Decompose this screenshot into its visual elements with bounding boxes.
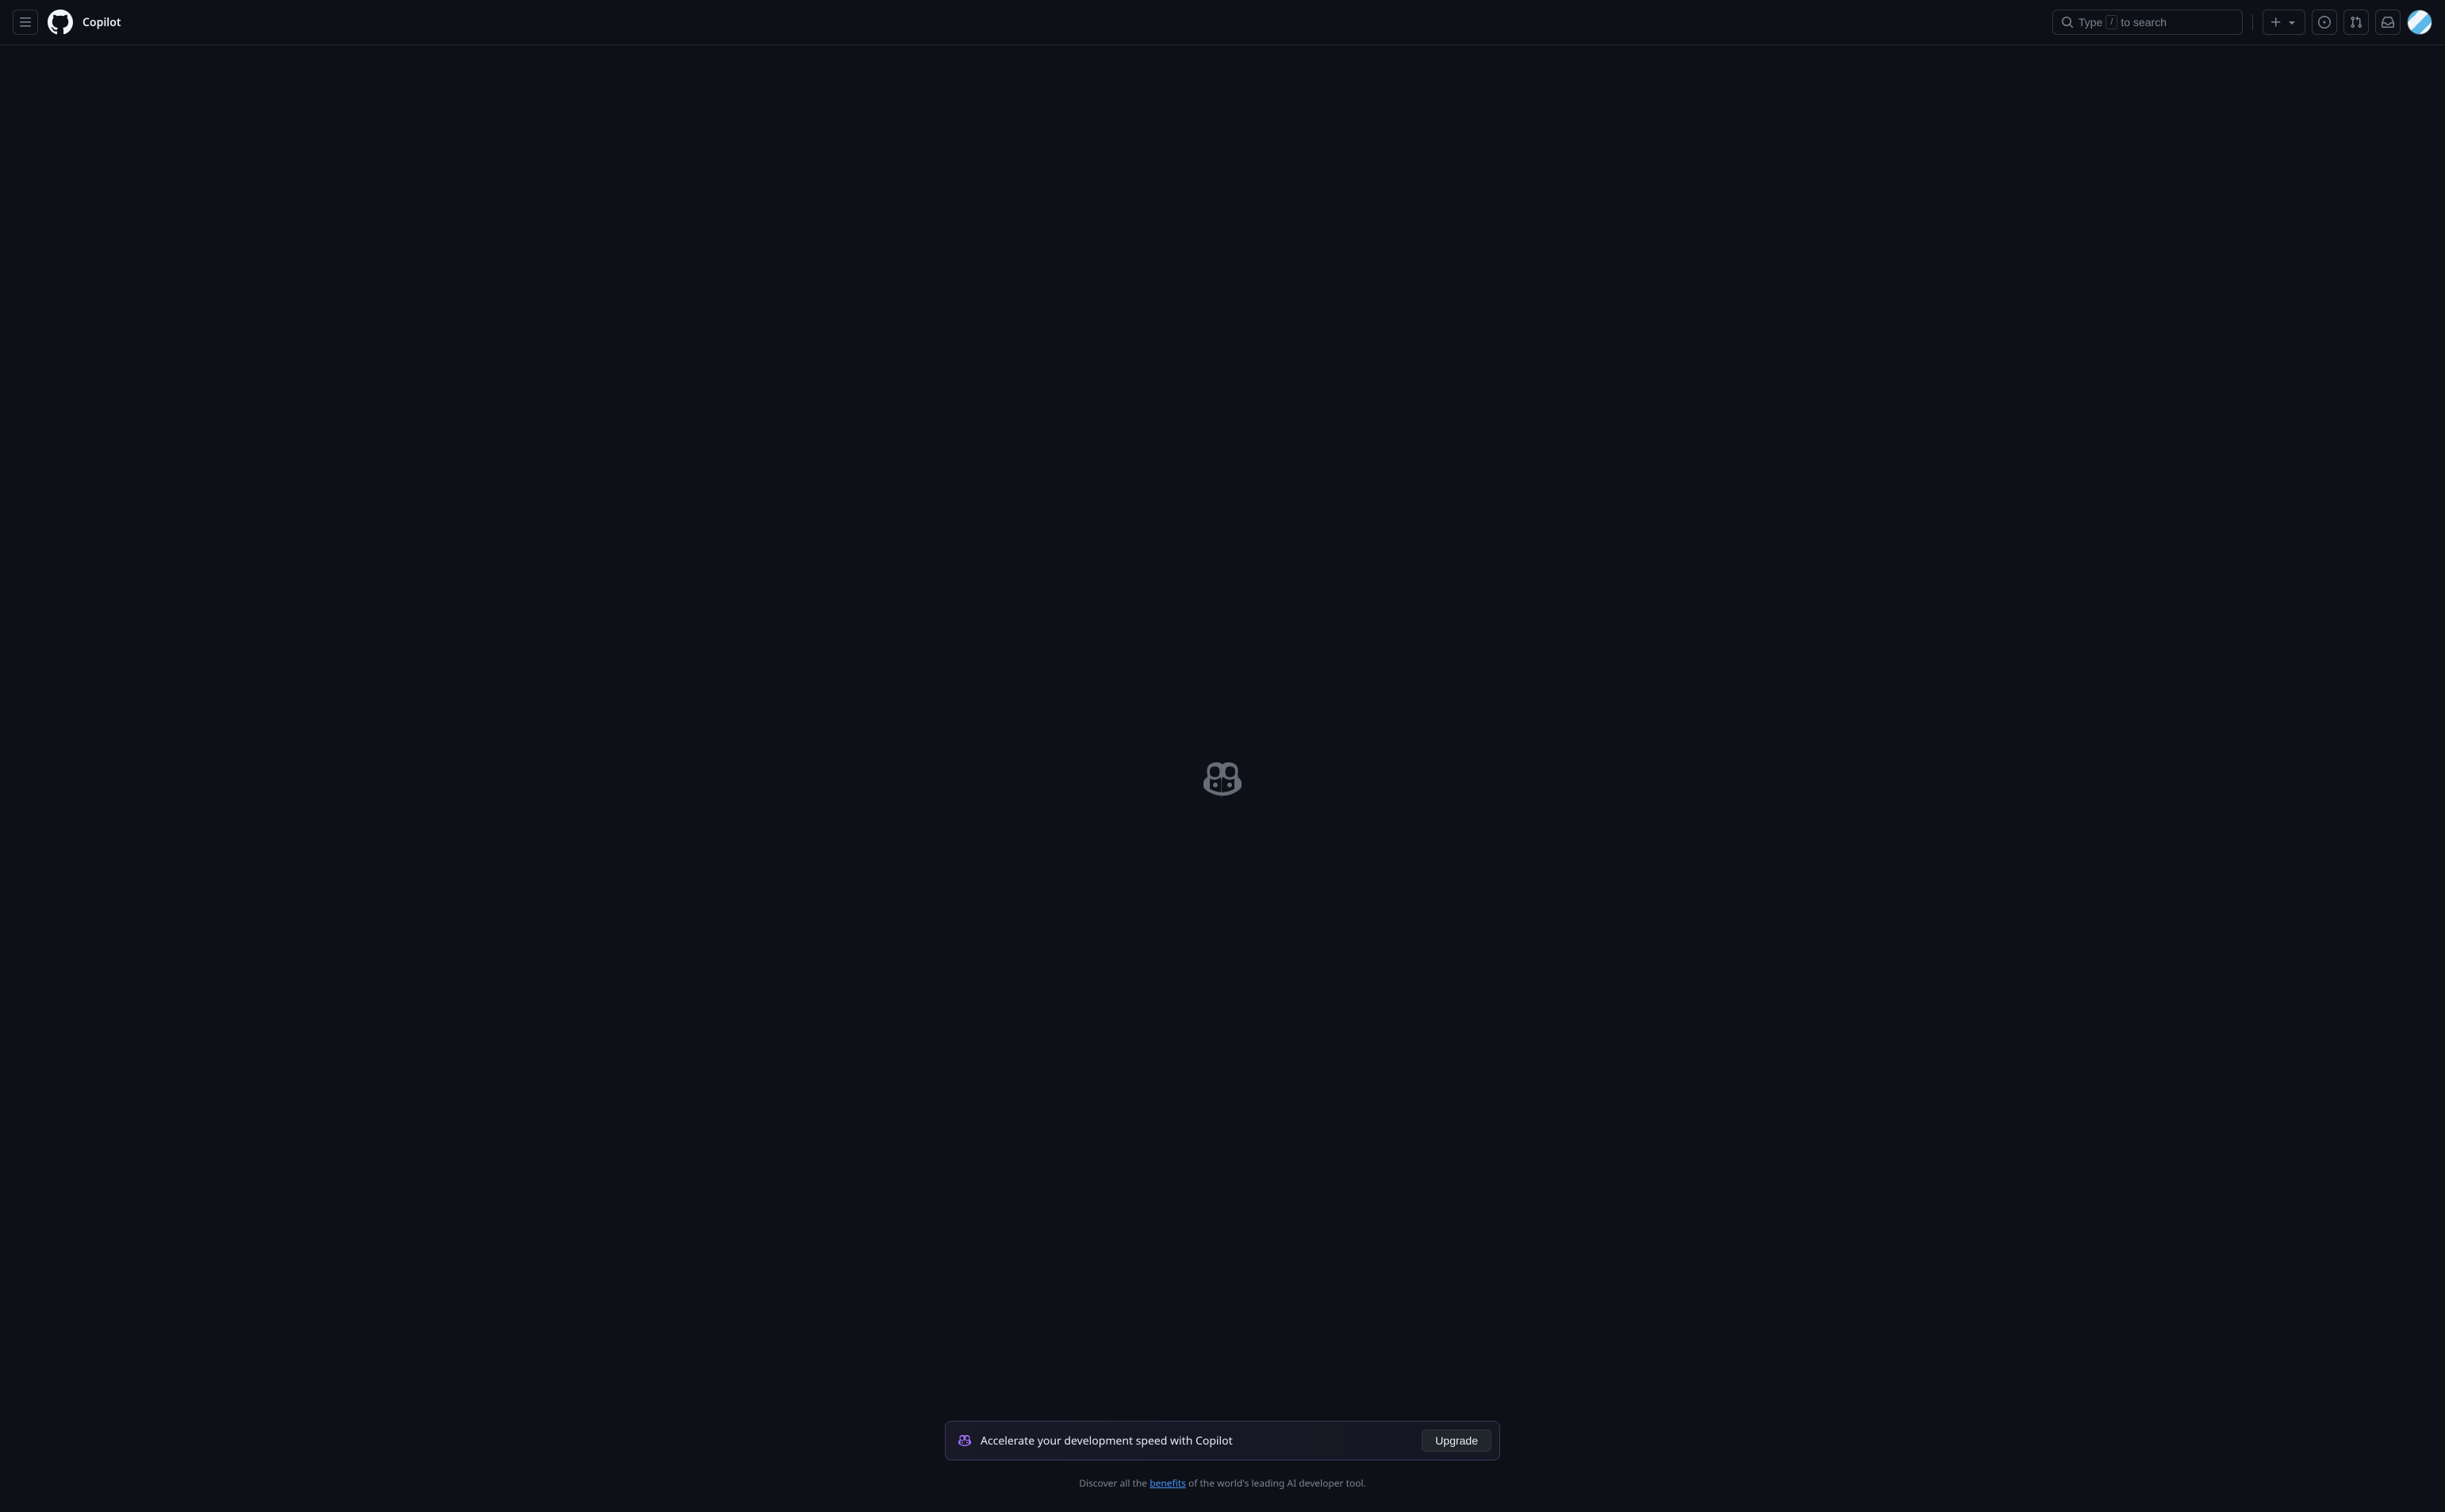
search-icon — [2061, 16, 2074, 29]
header: Copilot Type / to search — [0, 0, 2445, 45]
pull-request-icon — [2350, 16, 2362, 29]
upgrade-banner-left: Accelerate your development speed with C… — [958, 1433, 1233, 1449]
github-logo[interactable] — [48, 10, 73, 35]
benefits-link[interactable]: benefits — [1150, 1476, 1186, 1490]
upgrade-text: Accelerate your development speed with C… — [981, 1433, 1233, 1449]
hamburger-menu-button[interactable] — [13, 10, 38, 35]
hamburger-icon — [19, 16, 32, 29]
upgrade-banner: Accelerate your development speed with C… — [945, 1421, 1500, 1460]
bottom-section: Accelerate your development speed with C… — [945, 1421, 1500, 1490]
divider — [2252, 14, 2253, 30]
main-content: Accelerate your development speed with C… — [0, 45, 2445, 1512]
page-title: Copilot — [83, 15, 121, 30]
header-right: Type / to search — [2052, 10, 2432, 35]
user-avatar[interactable] — [2407, 10, 2432, 35]
search-button[interactable]: Type / to search — [2052, 10, 2243, 35]
header-left: Copilot — [13, 10, 2052, 35]
inbox-icon — [2382, 16, 2394, 29]
issues-button[interactable] — [2312, 10, 2337, 35]
issue-icon — [2318, 16, 2331, 29]
copilot-logo — [1203, 760, 1242, 798]
discover-text: Discover all the benefits of the world's… — [1079, 1476, 1366, 1490]
search-placeholder: Type / to search — [2078, 15, 2167, 29]
notifications-button[interactable] — [2375, 10, 2401, 35]
copilot-icon — [958, 1434, 971, 1447]
pull-requests-button[interactable] — [2343, 10, 2369, 35]
create-new-button[interactable] — [2263, 10, 2305, 35]
upgrade-button[interactable]: Upgrade — [1422, 1429, 1491, 1452]
chevron-down-icon — [2286, 16, 2298, 29]
plus-icon — [2270, 16, 2282, 29]
slash-key-hint: / — [2105, 15, 2117, 29]
